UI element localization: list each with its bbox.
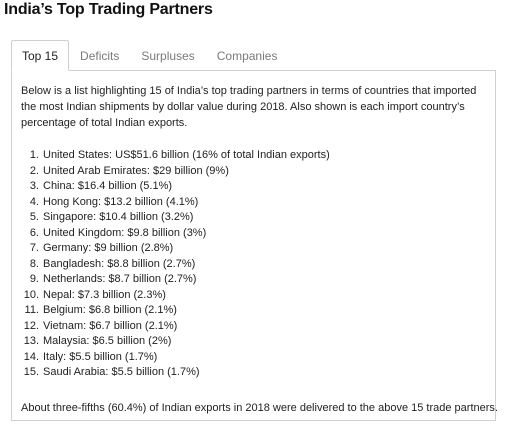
summary-paragraph: About three-fifths (60.4%) of Indian exp… — [21, 402, 498, 414]
list-item: 5. Singapore: $10.4 billion (3.2%) — [12, 210, 330, 226]
list-item-number: 14. — [23, 350, 39, 363]
list-item: 15. Saudi Arabia: $5.5 billion (1.7%) — [12, 365, 330, 381]
list-item-text: China: $16.4 billion (5.1%) — [43, 180, 173, 192]
list-item-number: 3. — [29, 180, 39, 192]
list-item-text: Nepal: $7.3 billion (2.3%) — [43, 288, 166, 301]
tab-bar: Top 15 Deficits Surpluses Companies — [11, 40, 289, 71]
list-item: 7. Germany: $9 billion (2.8%) — [12, 241, 330, 257]
list-item-text: Vietnam: $6.7 billion (2.1%) — [43, 319, 178, 332]
tab-panel-top-15: Below is a list highlighting 15 of India… — [11, 70, 498, 421]
list-item-text: United States: US$51.6 billion (16% of t… — [43, 149, 330, 161]
list-item-text: United Kingdom: $9.8 billion (3%) — [43, 226, 207, 239]
list-item-text: Malaysia: $6.5 billion (2%) — [43, 335, 172, 347]
trading-partners-list: 1. United States: US$51.6 billion (16% of… — [12, 148, 330, 381]
list-item-number: 9. — [29, 273, 39, 285]
list-item-number: 7. — [29, 242, 39, 254]
tab-top-15[interactable]: Top 15 — [11, 40, 70, 71]
list-item-number: 2. — [29, 164, 39, 177]
list-item-number: 4. — [29, 195, 39, 208]
list-item-text: Saudi Arabia: $5.5 billion (1.7%) — [43, 366, 200, 378]
list-item-number: 15. — [23, 366, 39, 378]
list-item-text: Germany: $9 billion (2.8%) — [43, 242, 174, 254]
list-item: 8. Bangladesh: $8.8 billion (2.7%) — [12, 257, 330, 273]
list-item-text: Belgium: $6.8 billion (2.1%) — [43, 304, 177, 316]
list-item-number: 1. — [29, 149, 39, 161]
list-item: 4. Hong Kong: $13.2 billion (4.1%) — [12, 195, 330, 211]
list-item-number: 12. — [23, 319, 39, 332]
tab-companies[interactable]: Companies — [206, 41, 289, 71]
list-item: 3. China: $16.4 billion (5.1%) — [12, 179, 330, 195]
list-item: 13. Malaysia: $6.5 billion (2%) — [12, 334, 330, 350]
tab-surpluses[interactable]: Surpluses — [130, 41, 205, 71]
list-item: 14. Italy: $5.5 billion (1.7%) — [12, 350, 330, 366]
list-item-number: 10. — [23, 288, 39, 301]
page-title: India’s Top Trading Partners — [4, 1, 213, 18]
list-item: 9. Netherlands: $8.7 billion (2.7%) — [12, 272, 330, 288]
list-item-number: 11. — [24, 304, 39, 316]
list-item-text: Bangladesh: $8.8 billion (2.7%) — [43, 257, 196, 270]
intro-paragraph: Below is a list highlighting 15 of India… — [21, 85, 477, 129]
list-item: 6. United Kingdom: $9.8 billion (3%) — [12, 226, 330, 242]
list-item-number: 8. — [29, 257, 39, 270]
list-item-text: United Arab Emirates: $29 billion (9%) — [43, 164, 229, 177]
list-item-number: 13. — [23, 335, 39, 347]
list-item-text: Italy: $5.5 billion (1.7%) — [43, 350, 158, 363]
list-item: 2. United Arab Emirates: $29 billion (9%) — [12, 164, 330, 180]
tab-deficits[interactable]: Deficits — [69, 41, 130, 71]
list-item: 11. Belgium: $6.8 billion (2.1%) — [12, 303, 330, 319]
list-item: 1. United States: US$51.6 billion (16% of… — [12, 148, 330, 164]
list-item-text: Hong Kong: $13.2 billion (4.1%) — [43, 195, 199, 208]
list-item-number: 6. — [29, 226, 39, 239]
list-item: 12. Vietnam: $6.7 billion (2.1%) — [12, 319, 330, 335]
list-item-number: 5. — [29, 211, 39, 223]
list-item: 10. Nepal: $7.3 billion (2.3%) — [12, 288, 330, 304]
list-item-text: Singapore: $10.4 billion (3.2%) — [43, 211, 194, 223]
list-item-text: Netherlands: $8.7 billion (2.7%) — [43, 273, 197, 285]
